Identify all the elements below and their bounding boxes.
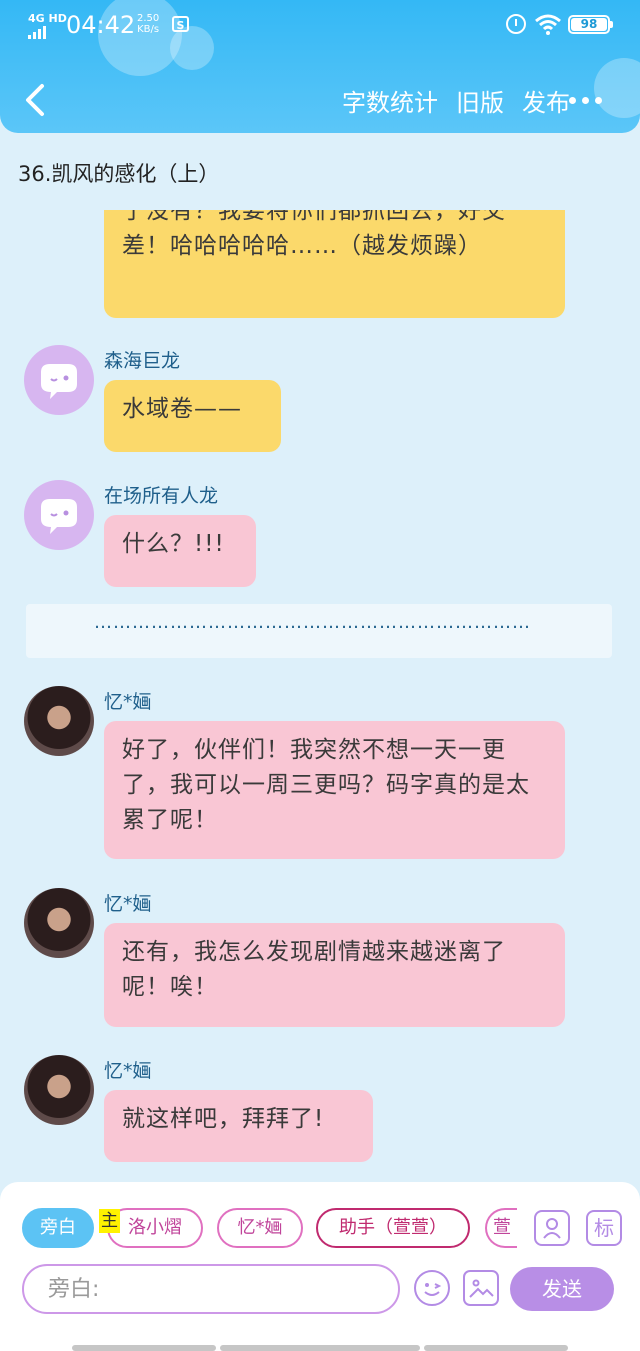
message-bubble[interactable]: 水域卷——: [104, 380, 281, 452]
message-bubble[interactable]: 就这样吧，拜拜了!: [104, 1090, 373, 1162]
wifi-icon: [535, 14, 561, 35]
network-speed: 2.50 KB/s: [137, 13, 160, 35]
avatar[interactable]: [24, 888, 94, 958]
notification-icon: S: [172, 16, 189, 32]
nav-hint-bar: [424, 1345, 568, 1351]
tag-button[interactable]: 标: [586, 1210, 622, 1246]
alarm-icon: [506, 14, 526, 34]
nav-hint-bar: [72, 1345, 216, 1351]
message-bubble[interactable]: 什么？!!!: [104, 515, 256, 587]
composer-panel: 旁白 洛小熠 主 忆*婳 助手（萱萱） 萱 标 发送: [0, 1182, 640, 1351]
avatar[interactable]: [24, 686, 94, 756]
chat-bubble-icon: [41, 499, 77, 534]
add-role-icon[interactable]: [534, 1210, 570, 1246]
signal-icon: 4G HD: [28, 12, 67, 39]
message-text: 就这样吧，拜拜了!: [122, 1106, 325, 1132]
word-count-button[interactable]: 字数统计: [342, 83, 438, 118]
chat-bubble-icon: [41, 364, 77, 399]
top-header: 4G HD 04:42 2.50 KB/s S 98 字数统计 旧版 发布: [0, 0, 640, 133]
emoji-icon[interactable]: [414, 1270, 450, 1306]
scene-divider: ……………………………………………………………: [26, 604, 612, 658]
publish-button[interactable]: 发布: [522, 83, 570, 118]
message-input[interactable]: [22, 1264, 400, 1314]
status-bar: 4G HD 04:42 2.50 KB/s S 98: [0, 0, 640, 50]
avatar[interactable]: [24, 1055, 94, 1125]
message-text: 还有，我怎么发现剧情越来越迷离了呢！唉！: [122, 939, 506, 1000]
role-tab-assistant[interactable]: 助手（萱萱）: [316, 1208, 470, 1248]
role-tab-narration[interactable]: 旁白: [22, 1208, 94, 1248]
sender-name: 忆*婳: [104, 691, 152, 713]
send-button[interactable]: 发送: [510, 1267, 614, 1311]
back-arrow-icon[interactable]: [20, 82, 50, 118]
host-badge: 主: [99, 1209, 120, 1233]
role-tab-character[interactable]: 忆*婳: [217, 1208, 303, 1248]
old-version-button[interactable]: 旧版: [456, 83, 504, 118]
decorative-bubble: [594, 58, 640, 118]
sender-name: 忆*婳: [104, 1060, 152, 1082]
message-text: 了没有？我要将你们都抓回去，好交差！哈哈哈哈哈……（越发烦躁）: [122, 210, 506, 259]
sender-name: 忆*婳: [104, 893, 152, 915]
image-icon[interactable]: [463, 1270, 499, 1306]
message-bubble[interactable]: 了没有？我要将你们都抓回去，好交差！哈哈哈哈哈……（越发烦躁）: [104, 210, 565, 318]
nav-hint-bar: [220, 1345, 420, 1351]
message-bubble[interactable]: 好了，伙伴们！我突然不想一天一更了，我可以一周三更吗？码字真的是太累了呢！: [104, 721, 565, 859]
battery-icon: 98: [568, 15, 613, 34]
sender-name: 在场所有人龙: [104, 485, 219, 507]
avatar[interactable]: [24, 345, 94, 415]
message-input-field[interactable]: [24, 1266, 398, 1312]
sender-name: 森海巨龙: [104, 350, 181, 372]
message-bubble[interactable]: 还有，我怎么发现剧情越来越迷离了呢！唉！: [104, 923, 565, 1027]
chapter-title: 36.凯风的感化（上）: [18, 162, 220, 186]
role-tab-character[interactable]: 洛小熠: [107, 1208, 203, 1248]
message-text: 什么？!!!: [122, 531, 225, 557]
more-options-icon[interactable]: [569, 97, 602, 104]
avatar[interactable]: [24, 480, 94, 550]
message-list: 了没有？我要将你们都抓回去，好交差！哈哈哈哈哈……（越发烦躁） 森海巨龙 水域卷…: [0, 210, 640, 1180]
role-tab-character[interactable]: 萱: [485, 1208, 517, 1248]
message-text: 水域卷——: [122, 396, 242, 422]
status-time: 04:42: [66, 11, 136, 39]
nav-actions: 字数统计 旧版 发布: [342, 83, 570, 118]
message-text: 好了，伙伴们！我突然不想一天一更了，我可以一周三更吗？码字真的是太累了呢！: [122, 737, 530, 833]
